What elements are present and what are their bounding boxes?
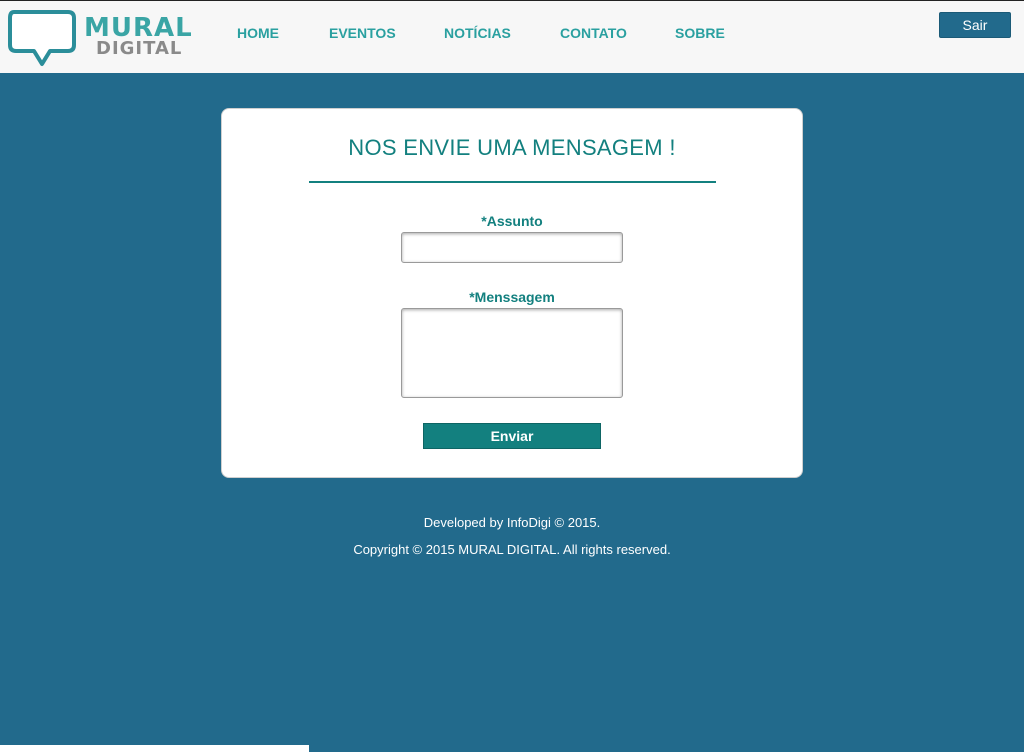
nav-home[interactable]: HOME <box>237 25 279 41</box>
title-divider <box>309 181 716 183</box>
footer-copyright: Copyright © 2015 MURAL DIGITAL. All righ… <box>353 542 671 557</box>
send-button[interactable]: Enviar <box>423 423 601 449</box>
logo-word-digital: DIGITAL <box>96 38 183 59</box>
bottom-strip <box>0 745 309 752</box>
message-label: *Menssagem <box>469 289 555 305</box>
logout-button[interactable]: Sair <box>939 12 1011 38</box>
nav-noticias[interactable]: NOTÍCIAS <box>444 25 511 41</box>
contact-form-card: NOS ENVIE UMA MENSAGEM ! *Assunto *Menss… <box>221 108 803 478</box>
footer-developed-by: Developed by InfoDigi © 2015. <box>423 515 601 530</box>
message-textarea[interactable] <box>401 308 623 398</box>
subject-input[interactable] <box>401 232 623 263</box>
subject-label: *Assunto <box>481 213 543 229</box>
mural-digital-logo[interactable]: MURAL DIGITAL <box>8 9 203 69</box>
form-title: NOS ENVIE UMA MENSAGEM ! <box>348 135 676 160</box>
nav-sobre[interactable]: SOBRE <box>675 25 725 41</box>
nav-contato[interactable]: CONTATO <box>560 25 627 41</box>
nav-eventos[interactable]: EVENTOS <box>329 25 396 41</box>
speech-bubble-icon <box>8 10 76 66</box>
top-header: MURAL DIGITAL HOME EVENTOS NOTÍCIAS CONT… <box>0 0 1024 73</box>
